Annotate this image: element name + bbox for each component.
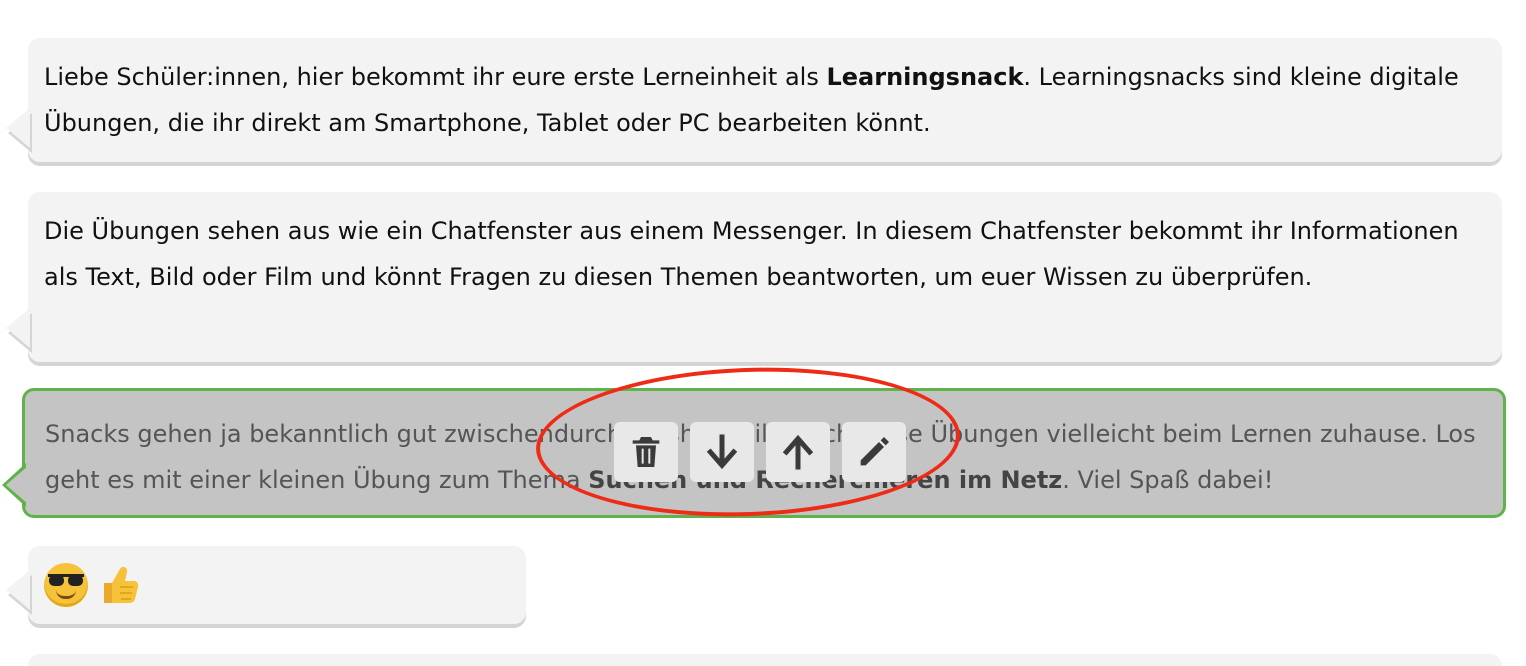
bubble-tail-inner [6,466,28,504]
arrow-down-icon [706,434,738,470]
sunglasses-face-emoji [44,563,88,607]
bubble-tail [6,308,30,348]
thumbs-up-emoji [104,566,139,603]
chat-editor: Liebe Schüler:innen, hier bekommt ihr eu… [0,0,1526,666]
chat-message-5[interactable] [28,654,1502,666]
chat-message-4[interactable] [6,546,526,624]
emoji-row [44,562,510,608]
move-up-button[interactable] [766,422,830,482]
message-text: Liebe Schüler:innen, hier bekommt ihr eu… [44,63,1459,137]
trash-icon [632,437,660,467]
chat-message-1[interactable]: Liebe Schüler:innen, hier bekommt ihr eu… [6,38,1502,162]
arrow-up-icon [782,434,814,470]
message-text: Die Übungen sehen aus wie ein Chatfenste… [44,217,1459,291]
edit-button[interactable] [842,422,906,482]
pencil-icon [860,437,889,466]
move-down-button[interactable] [690,422,754,482]
bubble-tail [6,108,30,148]
delete-button[interactable] [614,422,678,482]
bold-text: Learningsnack [826,63,1024,91]
message-edit-toolbar [614,422,906,482]
bubble-tail [6,570,30,610]
chat-message-2[interactable]: Die Übungen sehen aus wie ein Chatfenste… [6,192,1502,362]
